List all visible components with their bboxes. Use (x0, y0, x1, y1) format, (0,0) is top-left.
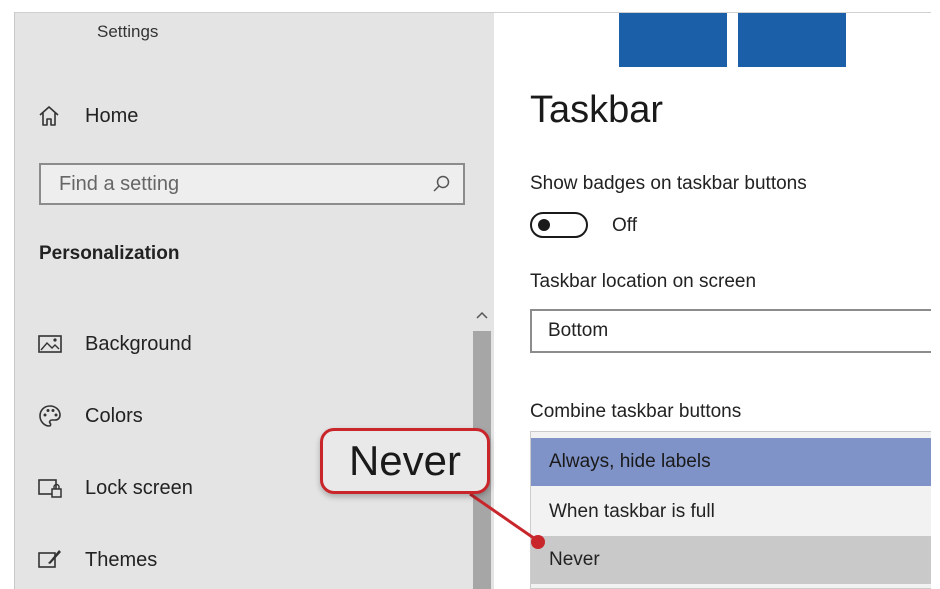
nav-home[interactable]: Home (37, 101, 138, 131)
lock-screen-icon (38, 479, 62, 498)
page-title: Taskbar (530, 89, 664, 131)
search-icon[interactable] (431, 174, 451, 194)
nav-item-label: Background (85, 332, 192, 355)
window-title: Settings (97, 22, 159, 41)
badges-toggle-state: Off (612, 215, 637, 236)
nav-item-label: Themes (85, 548, 158, 571)
settings-window: Settings Home Personalization Background (14, 12, 931, 589)
dropdown-option-never[interactable]: Never (531, 536, 931, 584)
windows-logo-pane (738, 13, 846, 67)
nav-item-lock-screen[interactable]: Lock screen (37, 471, 193, 505)
location-label: Taskbar location on screen (530, 271, 757, 292)
search-input[interactable] (57, 171, 431, 197)
sidebar: Settings Home Personalization Background (15, 13, 494, 589)
section-title: Personalization (39, 243, 180, 264)
chevron-up-icon[interactable] (475, 309, 489, 323)
nav-item-label: Colors (85, 404, 143, 427)
windows-logo-pane (619, 13, 727, 67)
combine-dropdown[interactable]: Always, hide labels When taskbar is full… (530, 431, 931, 589)
toggle-knob (538, 219, 550, 231)
annotation-callout: Never (320, 428, 490, 494)
home-icon (39, 106, 59, 126)
nav-item-themes[interactable]: Themes (37, 543, 157, 577)
search-box[interactable] (39, 163, 465, 205)
badges-toggle[interactable] (530, 212, 588, 238)
dropdown-option-when-full[interactable]: When taskbar is full (531, 488, 931, 536)
palette-icon (39, 405, 61, 427)
nav-item-background[interactable]: Background (37, 327, 192, 361)
nav-item-label: Lock screen (85, 476, 193, 499)
location-select[interactable]: Bottom (530, 309, 931, 353)
badges-label: Show badges on taskbar buttons (530, 173, 807, 194)
brush-icon (38, 550, 61, 568)
dropdown-option-always[interactable]: Always, hide labels (531, 438, 931, 486)
main-content: Taskbar Show badges on taskbar buttons O… (494, 13, 931, 589)
nav-home-label: Home (85, 104, 139, 127)
combine-label: Combine taskbar buttons (530, 401, 742, 422)
image-icon (38, 335, 62, 353)
nav-item-colors[interactable]: Colors (37, 399, 143, 433)
